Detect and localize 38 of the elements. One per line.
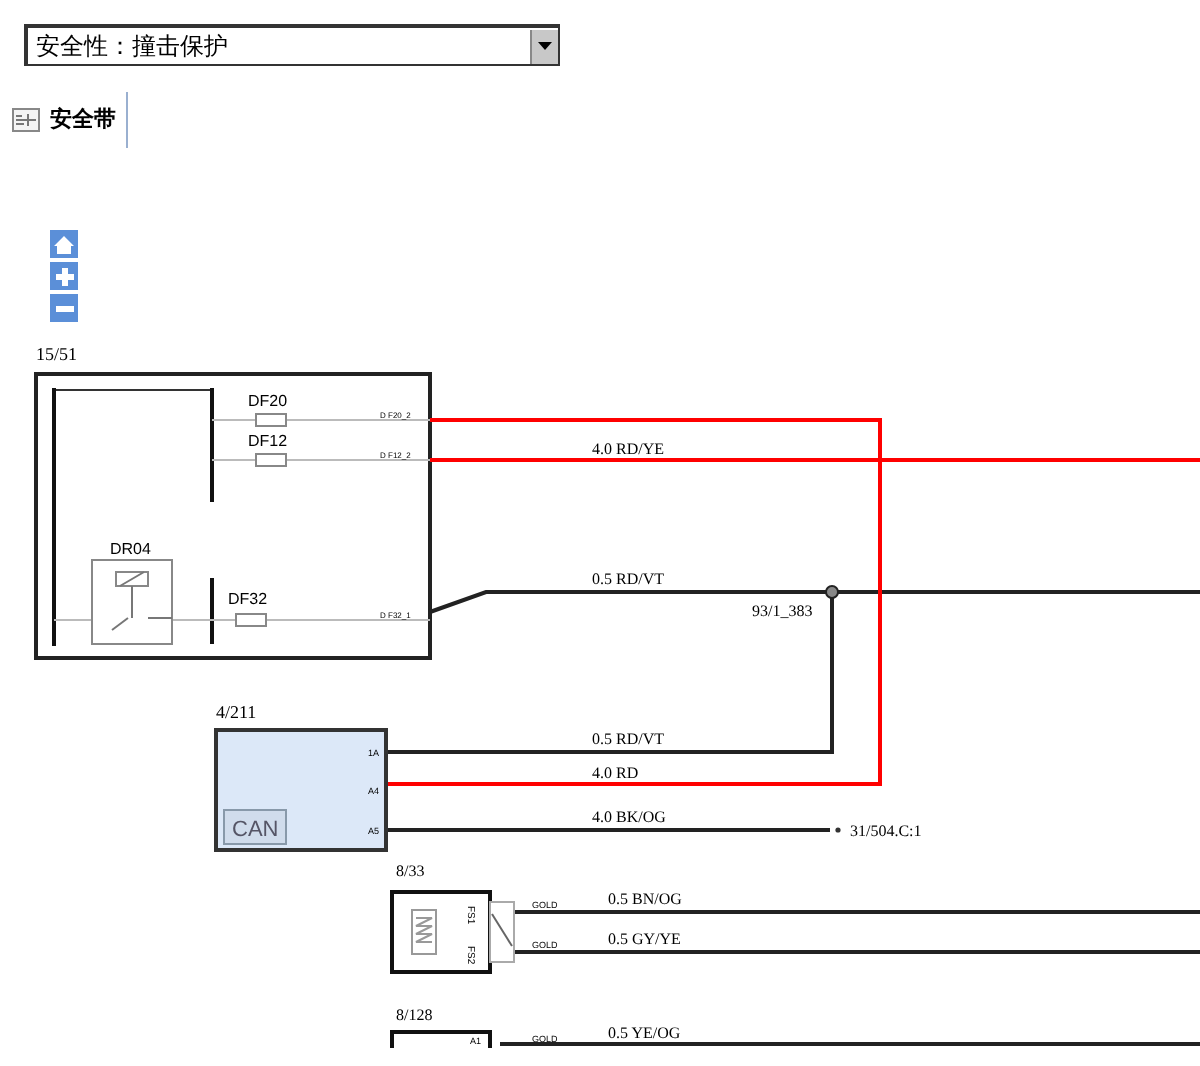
splice-label: 93/1_383 bbox=[752, 602, 813, 620]
wire-label: 0.5 RD/VT bbox=[592, 730, 664, 748]
relay-drawing bbox=[91, 559, 173, 645]
ground-label: 31/504.C:1 bbox=[850, 822, 922, 840]
component-ref: 4/211 bbox=[216, 702, 257, 722]
plus-icon bbox=[55, 267, 73, 285]
diagram-icon bbox=[12, 108, 40, 132]
component-ref: 8/33 bbox=[396, 862, 425, 880]
contact-drawing bbox=[489, 901, 515, 963]
switch-box bbox=[390, 1030, 492, 1048]
spring-drawing bbox=[411, 909, 437, 955]
can-label: CAN bbox=[232, 818, 279, 842]
home-icon bbox=[54, 235, 74, 253]
can-badge bbox=[223, 809, 287, 845]
wire-label: 0.5 BN/OG bbox=[608, 890, 682, 908]
wire-label: 4.0 RD/YE bbox=[592, 440, 664, 458]
minus-icon bbox=[55, 305, 73, 311]
terminal-dot bbox=[835, 827, 841, 833]
fuse-symbol bbox=[235, 613, 267, 627]
zoom-in-button[interactable] bbox=[50, 262, 78, 290]
category-dropdown[interactable]: 安全性：撞击保护 bbox=[24, 24, 560, 66]
component-ref: 15/51 bbox=[36, 344, 78, 364]
zoom-out-button[interactable] bbox=[50, 294, 78, 322]
fuse-label: DF20 bbox=[248, 392, 288, 410]
fuse-symbol bbox=[255, 413, 287, 427]
wire-label: 0.5 GY/YE bbox=[608, 930, 681, 948]
diagram-tab[interactable]: 安全带 bbox=[12, 92, 128, 148]
wire-label: 4.0 BK/OG bbox=[592, 808, 666, 826]
fuse-symbol bbox=[255, 453, 287, 467]
splice-point bbox=[825, 585, 839, 599]
fuse-label: DF12 bbox=[248, 432, 288, 450]
fuse-label: DF32 bbox=[228, 590, 268, 608]
wire-label: 0.5 YE/OG bbox=[608, 1024, 681, 1042]
wire-label: 4.0 RD bbox=[592, 764, 639, 782]
relay-label: DR04 bbox=[110, 540, 151, 558]
component-ref: 8/128 bbox=[396, 1006, 433, 1024]
home-button[interactable] bbox=[50, 230, 78, 258]
wire-label: 0.5 RD/VT bbox=[592, 570, 664, 588]
